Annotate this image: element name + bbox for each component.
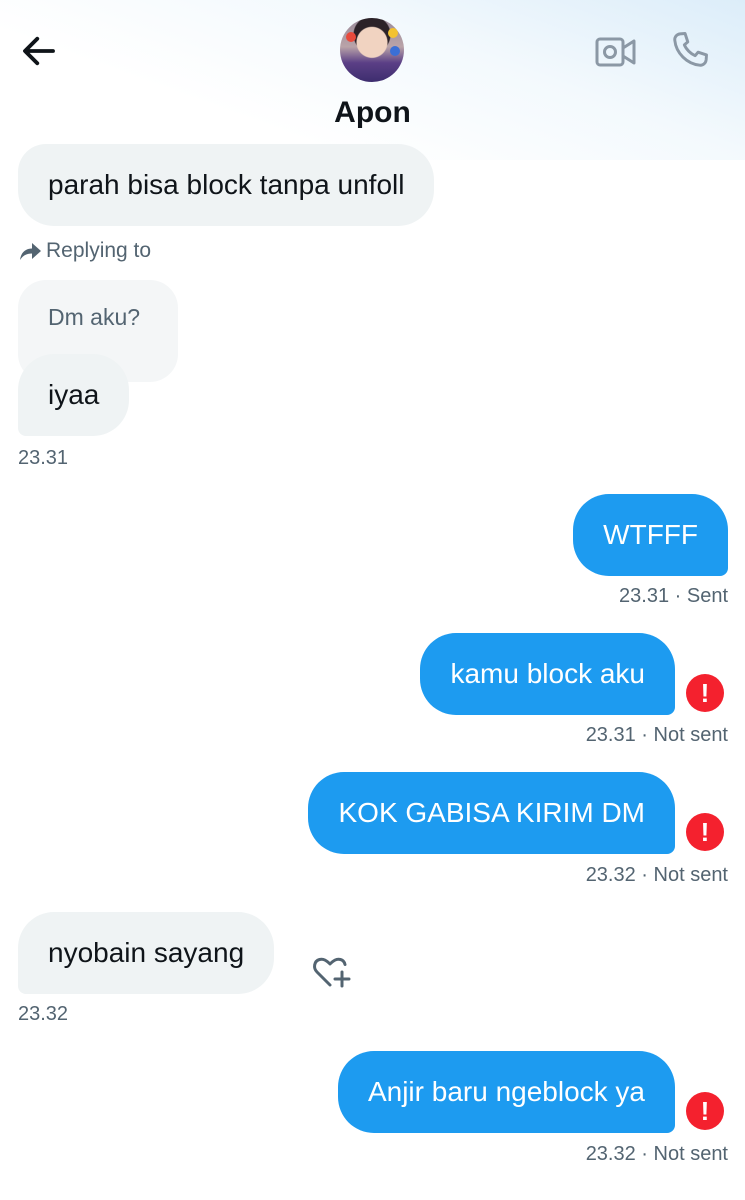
back-button[interactable]: [18, 30, 60, 72]
outgoing-message-bubble[interactable]: KOK GABISA KIRIM DM: [308, 772, 675, 854]
error-icon[interactable]: !: [686, 1092, 724, 1130]
conversation-header: Apon: [0, 0, 745, 140]
message-timestamp: 23.32: [18, 1003, 69, 1025]
message-status: 23.32 · Not sent: [585, 1143, 728, 1165]
phone-icon: [673, 32, 708, 67]
outgoing-message-bubble[interactable]: Anjir baru ngeblock ya: [337, 1051, 675, 1133]
error-icon[interactable]: !: [686, 674, 724, 712]
video-camera-icon: [595, 37, 636, 67]
heart-plus-icon: [313, 957, 351, 988]
incoming-message-bubble[interactable]: parah bisa block tanpa unfoll: [18, 144, 435, 226]
voice-call-button[interactable]: [668, 28, 712, 72]
incoming-message-bubble[interactable]: iyaa: [18, 354, 130, 436]
message-status: 23.31 · Sent: [619, 585, 728, 607]
outgoing-message-bubble[interactable]: kamu block aku: [420, 633, 675, 715]
avatar[interactable]: [340, 18, 404, 82]
outgoing-message-bubble[interactable]: WTFFF: [573, 494, 728, 576]
video-call-button[interactable]: [594, 30, 638, 74]
replying-to-label: Replying to: [18, 236, 151, 266]
message-status: 23.32 · Not sent: [585, 864, 728, 886]
reply-arrow-icon: [20, 243, 41, 260]
message-timestamp: 23.31: [18, 447, 69, 469]
contact-name[interactable]: Apon: [0, 96, 745, 130]
incoming-message-bubble[interactable]: nyobain sayang: [18, 912, 275, 994]
replying-to-text: Replying to: [46, 239, 152, 262]
add-reaction-button[interactable]: [310, 952, 352, 992]
message-status: 23.31 · Not sent: [585, 724, 728, 746]
error-icon[interactable]: !: [686, 813, 724, 851]
arrow-left-icon: [23, 36, 55, 66]
